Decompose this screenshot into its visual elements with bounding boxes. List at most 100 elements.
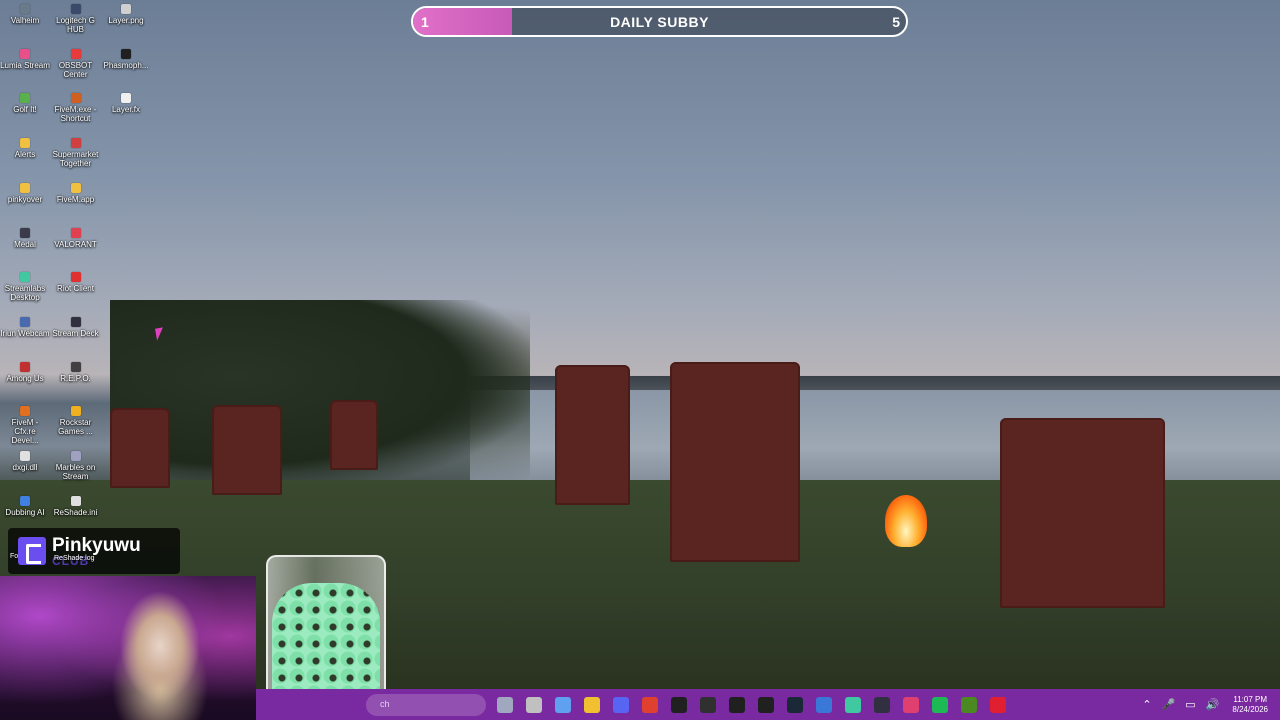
app-icon [70,182,81,193]
chrome-app-icon[interactable] [641,696,658,713]
app-icon [70,316,81,327]
desktop-icon-label: Medal [14,239,36,249]
overlay-file-label: ReShade.log [54,555,95,562]
desktop-icon[interactable]: VALORANT [51,224,101,268]
desktop-icon[interactable]: FiveM - Cfx.re Devel... [0,402,50,446]
desktop-icon[interactable]: R.E.P.O. [51,358,101,402]
opera-app-icon[interactable] [989,696,1006,713]
desktop-icon[interactable]: Rockstar Games ... [51,402,101,446]
desktop-icon[interactable]: Supermarket Together [51,134,101,178]
obs-app-icon[interactable] [699,696,716,713]
desktop-icon-label: Alerts [14,150,36,160]
desktop-icon-label: FiveM - Cfx.re Devel... [11,418,39,446]
mail-app-icon[interactable] [815,696,832,713]
app-icon [121,48,131,59]
daily-subby-goal-bar: 1 DAILY SUBBY 5 [411,6,908,37]
explorer-app-icon[interactable] [583,696,600,713]
wallpaper-chair [212,405,282,495]
desktop-icon-label: VALORANT [54,239,97,249]
desktop-icon[interactable]: Layer.png [101,0,151,44]
goal-target-count: 5 [892,14,900,30]
taskbar-clock[interactable]: 11:07 PM 8/24/2026 [1232,695,1268,715]
desktop-icon-label: Marbles on Stream [55,463,96,481]
streamer-name-card: Pinkyuwu CLUB [8,528,180,574]
streamdeck-app-icon[interactable] [873,696,890,713]
desktop-icon[interactable]: Golf It! [0,89,50,133]
desktop-icon[interactable]: Logitech G HUB [51,0,101,44]
desktop-icon-label: FiveM.exe - Shortcut [54,105,97,124]
streamlabs-app-icon[interactable] [844,696,861,713]
clock-date: 8/24/2026 [1232,704,1268,714]
desktop-icon[interactable]: Stream Deck [51,313,101,357]
desktop-icon[interactable]: Medal [0,224,50,268]
app-icon [20,182,30,193]
desktop-icon[interactable]: dxgi.dll [0,447,50,491]
desktop-icon[interactable]: FiveM.app [51,179,101,223]
desktop-icon[interactable]: Marbles on Stream [51,447,101,491]
desktop-icon-label: Phasmoph... [103,60,149,70]
app-icon [70,93,81,104]
desktop-icon-label: R.E.P.O. [60,373,91,383]
app-icon [70,272,81,283]
desktop-icon-label: ReShade.ini [53,507,98,517]
desktop-icon-label: Among Us [6,373,44,383]
network-icon[interactable]: ▭ [1185,698,1195,711]
desktop-icon[interactable]: Layer.fx [101,89,151,133]
capcut-app-icon[interactable] [670,696,687,713]
desktop-icon[interactable]: Iriun Webcam [0,313,50,357]
taskbar-search[interactable]: ch [366,694,486,716]
app-icon [20,48,30,59]
steam-app-icon[interactable] [786,696,803,713]
desktop-icon[interactable]: OBSBOT Center [51,45,101,89]
taskbar-apps [490,689,1012,720]
volume-icon[interactable]: 🔊 [1206,698,1220,711]
desktop-icon-label: Riot Client [57,284,94,294]
desktop-icon-label: Streamlabs Desktop [4,284,46,303]
streamer-name: Pinkyuwu [52,534,141,556]
desktop-icon-label: Lumia Stream [0,60,50,70]
copilot-app-icon[interactable] [554,696,571,713]
desktop-icon[interactable]: Lumia Stream [0,45,50,89]
webcam-feed [0,576,256,720]
desktop-icon[interactable]: Valheim [0,0,50,44]
widget-app-icon[interactable] [496,696,513,713]
desktop-icon-label: Dubbing AI [5,507,45,517]
desktop-icon[interactable]: Among Us [0,358,50,402]
app-icon [70,138,81,149]
desktop-icon-label: Layer.fx [111,105,140,115]
desktop-icon[interactable]: Riot Client [51,268,101,312]
clock-time: 11:07 PM [1233,694,1268,704]
wallpaper-chair [555,365,630,505]
desktop-icon-label: pinkyover [7,194,43,204]
taskbar: ch ⌃ 🎤 ▭ 🔊 11:07 PM 8/24/2026 [256,689,1280,720]
app-icon [70,4,81,14]
desktop-icon[interactable]: Alerts [0,134,50,178]
app-icon [20,272,30,283]
app-icon [20,361,30,372]
app-icon [70,406,81,417]
desktop-icon[interactable]: FiveM.exe - Shortcut [51,89,101,133]
goal-title: DAILY SUBBY [610,14,709,30]
desktop-icon-grid: Valheim Logitech G HUB Layer.png Lumia Stre… [0,0,160,525]
chevron-up-icon[interactable]: ⌃ [1142,698,1151,711]
spotify-app-icon[interactable] [931,696,948,713]
app-icon [20,138,30,149]
wallpaper-trees [110,300,530,490]
desktop-icon-label: Rockstar Games ... [58,418,93,437]
desktop-icon-label: Golf It! [13,105,37,115]
maps-app-icon[interactable] [902,696,919,713]
epic-app-icon[interactable] [728,696,745,713]
ghub-app-icon[interactable] [757,696,774,713]
nvidia-app-icon[interactable] [960,696,977,713]
desktop-icon[interactable]: Phasmoph... [101,45,151,89]
discord-app-icon[interactable] [612,696,629,713]
desktop-icon[interactable]: Streamlabs Desktop [0,268,50,312]
desktop-icon-label: Supermarket Together [52,150,99,169]
app-icon [20,451,30,461]
file-app-icon[interactable] [525,696,542,713]
app-icon [20,406,30,417]
app-icon [20,227,30,238]
app-icon [121,4,131,14]
desktop-icon[interactable]: pinkyover [0,179,50,223]
microphone-icon[interactable]: 🎤 [1162,698,1176,711]
